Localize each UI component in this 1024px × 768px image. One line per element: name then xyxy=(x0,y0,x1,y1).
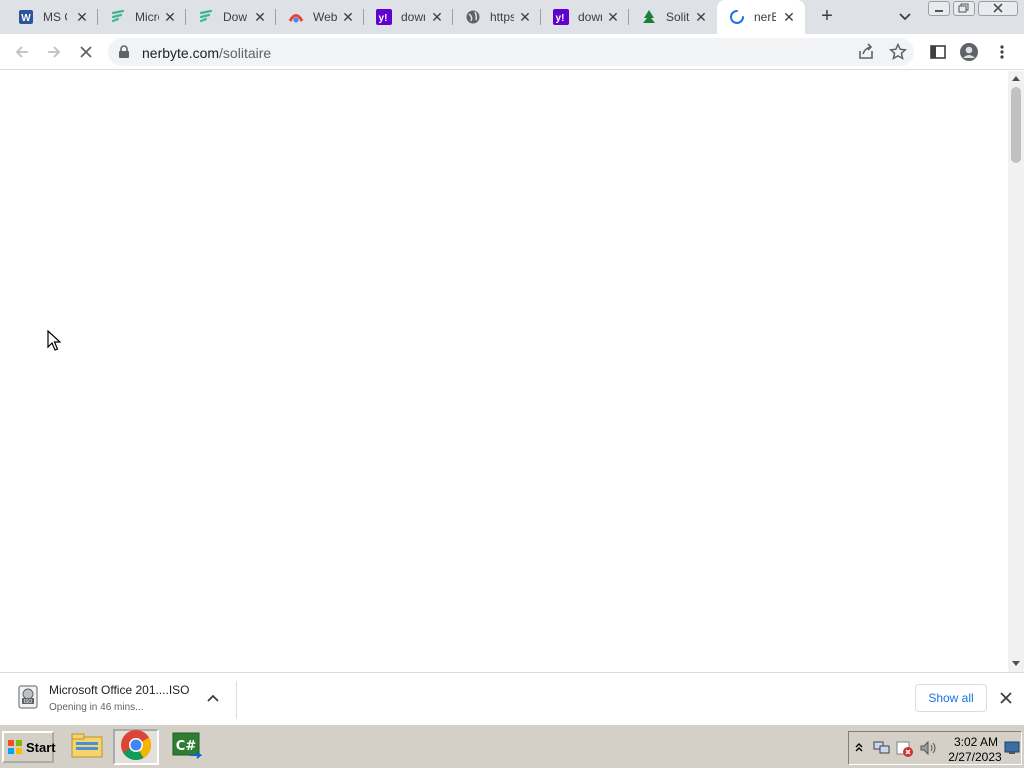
close-window-button[interactable] xyxy=(978,1,1018,16)
chrome-icon xyxy=(288,9,304,25)
chevron-down-icon[interactable] xyxy=(896,8,914,26)
show-desktop-icon[interactable] xyxy=(1004,740,1020,761)
tab-3[interactable]: Download ✕ xyxy=(186,0,276,34)
url-text[interactable]: nerbyte.com/solitaire xyxy=(142,45,271,61)
tab-title: MS Office xyxy=(43,10,67,24)
vertical-scrollbar[interactable] xyxy=(1008,71,1024,672)
close-tab-icon[interactable]: ✕ xyxy=(162,9,178,25)
forward-icon[interactable] xyxy=(44,42,64,62)
svg-text:ISO: ISO xyxy=(24,699,33,705)
close-tab-icon[interactable]: ✕ xyxy=(429,9,445,25)
url-host: nerbyte.com xyxy=(142,45,220,61)
tab-7[interactable]: y! download ✕ xyxy=(541,0,629,34)
show-all-button[interactable]: Show all xyxy=(915,684,987,712)
iso-file-icon[interactable]: ISO xyxy=(18,685,38,709)
start-button[interactable]: Start xyxy=(2,731,56,763)
svg-text:C#: C# xyxy=(176,739,197,754)
folder-icon xyxy=(70,731,104,764)
clock-date[interactable]: 2/27/2023 xyxy=(947,750,1003,764)
tab-title: Download xyxy=(223,10,247,24)
network-icon[interactable] xyxy=(873,740,891,761)
close-tab-icon[interactable]: ✕ xyxy=(693,9,709,25)
tab-4[interactable]: Web ✕ xyxy=(276,0,364,34)
side-panel-icon[interactable] xyxy=(928,42,948,62)
divider xyxy=(236,681,237,719)
kebab-menu-icon[interactable] xyxy=(992,42,1012,62)
word-icon: W xyxy=(18,9,34,25)
tab-6[interactable]: https ✕ xyxy=(453,0,541,34)
tab-title: Web xyxy=(313,10,337,24)
mouse-pointer-icon xyxy=(47,329,62,357)
tab-active[interactable]: nerByte ✕ xyxy=(717,0,805,34)
file-explorer-taskbar-button[interactable] xyxy=(64,729,110,765)
tab-1[interactable]: W MS Office ✕ xyxy=(0,0,98,34)
svg-text:y!: y! xyxy=(556,13,565,24)
taskbar: Start C# 3:02 AM 2/27/2023 xyxy=(0,724,1024,768)
chrome-taskbar-button[interactable] xyxy=(113,729,159,765)
minimize-button[interactable] xyxy=(928,1,950,16)
download-status: Opening in 46 mins... xyxy=(49,702,144,713)
close-tab-icon[interactable]: ✕ xyxy=(252,9,268,25)
page-content[interactable] xyxy=(0,71,1008,672)
show-hidden-icons-icon[interactable] xyxy=(854,740,864,759)
profile-avatar-icon[interactable] xyxy=(959,42,979,62)
scroll-down-arrow-icon[interactable] xyxy=(1012,661,1020,666)
address-bar[interactable]: nerbyte.com/solitaire xyxy=(108,38,914,66)
back-icon[interactable] xyxy=(12,42,32,62)
tree-icon xyxy=(641,9,657,25)
download-shelf: ISO Microsoft Office 201....ISO Opening … xyxy=(0,672,1024,724)
close-tab-icon[interactable]: ✕ xyxy=(340,9,356,25)
share-icon[interactable] xyxy=(856,42,876,62)
security-alert-icon[interactable] xyxy=(896,740,914,763)
globe-icon xyxy=(465,9,481,25)
close-tab-icon[interactable]: ✕ xyxy=(605,9,621,25)
loading-spinner-icon xyxy=(729,9,745,25)
fast-icon xyxy=(198,9,214,25)
close-tab-icon[interactable]: ✕ xyxy=(781,9,797,25)
clock-time[interactable]: 3:02 AM xyxy=(953,735,999,749)
system-tray: 3:02 AM 2/27/2023 xyxy=(848,731,1022,765)
url-path: /solitaire xyxy=(219,45,272,61)
svg-text:y!: y! xyxy=(379,13,388,24)
close-icon[interactable] xyxy=(996,688,1016,708)
yahoo-icon: y! xyxy=(553,9,569,25)
restore-button[interactable] xyxy=(953,1,975,16)
lock-icon[interactable] xyxy=(118,45,130,64)
tab-title: nerByte xyxy=(754,10,776,24)
close-tab-icon[interactable]: ✕ xyxy=(74,9,90,25)
new-tab-button[interactable]: + xyxy=(816,5,838,27)
bookmark-star-icon[interactable] xyxy=(888,42,908,62)
svg-text:W: W xyxy=(21,13,31,24)
tab-8[interactable]: Solitaire ✕ xyxy=(629,0,717,34)
csharp-taskbar-button[interactable]: C# xyxy=(163,729,209,765)
tab-title: Solitaire xyxy=(666,10,690,24)
tab-2[interactable]: Microsoft ✕ xyxy=(98,0,186,34)
tab-strip: W MS Office ✕ Microsoft ✕ Download ✕ Web… xyxy=(0,0,1024,34)
tab-title: Microsoft xyxy=(135,10,159,24)
tab-title: download xyxy=(578,10,602,24)
chevron-up-icon[interactable] xyxy=(204,689,222,707)
fast-icon xyxy=(110,9,126,25)
chrome-icon xyxy=(120,729,152,766)
download-filename[interactable]: Microsoft Office 201....ISO xyxy=(49,683,190,697)
scrollbar-thumb[interactable] xyxy=(1011,87,1021,163)
volume-icon[interactable] xyxy=(919,740,939,761)
tab-title: download xyxy=(401,10,425,24)
tab-5[interactable]: y! download ✕ xyxy=(364,0,453,34)
tab-title: https xyxy=(490,10,514,24)
yahoo-icon: y! xyxy=(376,9,392,25)
windows-logo-icon xyxy=(7,739,23,755)
start-label: Start xyxy=(26,739,56,755)
csharp-icon: C# xyxy=(170,731,203,764)
close-tab-icon[interactable]: ✕ xyxy=(517,9,533,25)
stop-loading-icon[interactable] xyxy=(76,42,96,62)
browser-toolbar: nerbyte.com/solitaire xyxy=(0,34,1024,70)
scroll-up-arrow-icon[interactable] xyxy=(1012,76,1020,81)
